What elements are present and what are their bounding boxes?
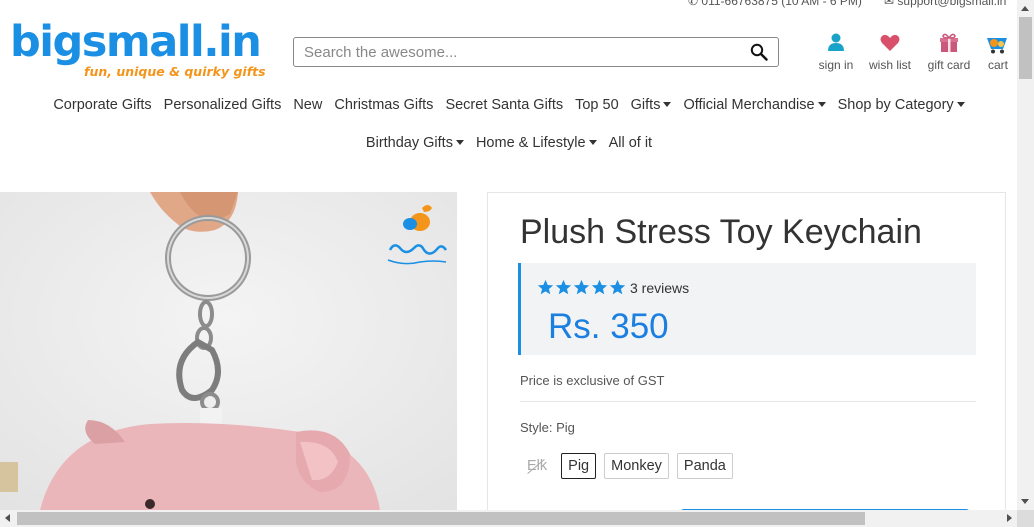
star-icon [555,279,572,295]
heart-icon [880,34,900,51]
star-icon [591,279,608,295]
price-box: 3 reviews Rs. 350 [518,263,976,355]
nav-home-lifestyle[interactable]: Home & Lifestyle [476,135,597,151]
product-image[interactable] [0,192,457,510]
product-title: Plush Stress Toy Keychain [520,213,922,251]
caret-down-icon [588,139,597,145]
caret-down-icon [817,101,826,107]
scroll-right-arrow-icon[interactable] [1007,514,1012,522]
caret-down-icon [663,101,672,107]
style-option-panda[interactable]: Panda [676,453,733,479]
support-phone[interactable]: ✆ 011-66763875 (10 AM - 6 PM) [688,0,862,8]
main-nav-row-1: Corporate Gifts Personalized Gifts New Chri… [0,97,1018,113]
style-options: Elk Pig Monkey Panda [520,453,741,479]
gst-note: Price is exclusive of GST [520,373,665,388]
search-box [293,37,779,67]
star-icon [609,279,626,295]
nav-birthday-gifts[interactable]: Birthday Gifts [366,135,464,151]
nav-official-merchandise[interactable]: Official Merchandise [683,97,826,113]
nav-secret-santa-gifts[interactable]: Secret Santa Gifts [445,97,563,113]
top-utility-bar: ✆ 011-66763875 (10 AM - 6 PM) ✉ support@… [0,0,1018,10]
scrollbar-corner [1017,510,1034,527]
search-input[interactable] [294,38,734,66]
nav-christmas-gifts[interactable]: Christmas Gifts [334,97,433,113]
cart-icon [987,38,1007,54]
wish-list-button[interactable]: wish list [866,32,914,72]
main-nav-row-2: Birthday Gifts Home & Lifestyle All of it [0,135,1018,151]
vertical-scrollbar[interactable] [1017,0,1034,510]
review-count-link[interactable]: 3 reviews [630,280,689,296]
caret-down-icon [455,139,464,145]
nav-all-of-it[interactable]: All of it [609,135,653,151]
support-email[interactable]: ✉ support@bigsmall.in [884,0,1006,8]
site-logo[interactable]: bigsmall.in fun, unique & quirky gifts [10,17,266,82]
vertical-scroll-thumb[interactable] [1019,17,1032,79]
scroll-up-arrow-icon[interactable] [1021,6,1029,11]
user-icon [828,33,844,51]
bigsmall-watermark [387,205,448,265]
cart-button[interactable]: cart [984,32,1012,72]
divider [520,401,976,402]
nav-new[interactable]: New [293,97,322,113]
logo-wordmark: bigsmall.in [10,17,262,67]
nav-personalized-gifts[interactable]: Personalized Gifts [164,97,282,113]
search-icon[interactable] [750,43,768,61]
envelope-icon: ✉ [884,0,898,8]
sign-in-button[interactable]: sign in [818,32,854,72]
star-icon [537,279,554,295]
gift-card-button[interactable]: gift card [925,32,973,72]
nav-top-50[interactable]: Top 50 [575,97,619,113]
phone-icon: ✆ [688,0,702,8]
nav-shop-by-category[interactable]: Shop by Category [838,97,965,113]
nav-gifts[interactable]: Gifts [631,97,672,113]
scroll-left-arrow-icon[interactable] [5,514,10,522]
rating-stars[interactable] [537,279,627,297]
horizontal-scroll-thumb[interactable] [17,512,865,525]
nav-corporate-gifts[interactable]: Corporate Gifts [53,97,151,113]
caret-down-icon [956,101,965,107]
style-option-monkey[interactable]: Monkey [604,453,669,479]
style-label: Style: Pig [520,420,575,435]
horizontal-scrollbar[interactable] [0,510,1017,527]
product-price: Rs. 350 [548,307,669,346]
star-icon [573,279,590,295]
gift-icon [940,33,958,52]
scroll-down-arrow-icon[interactable] [1021,499,1029,504]
logo-tagline: fun, unique & quirky gifts [84,64,266,79]
product-details: Plush Stress Toy Keychain 3 reviews Rs. … [487,192,1006,527]
style-option-pig[interactable]: Pig [561,453,597,479]
style-option-elk: Elk [520,453,554,479]
